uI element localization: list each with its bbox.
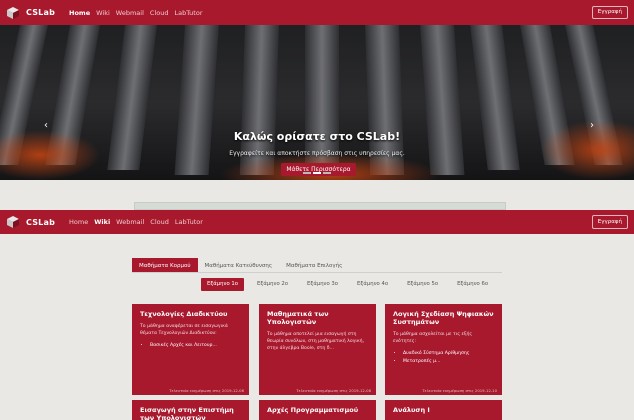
nav-cloud[interactable]: Cloud	[150, 218, 169, 226]
nav-wiki[interactable]: Wiki	[96, 9, 110, 17]
nav-home[interactable]: Home	[69, 218, 88, 226]
tabs-divider	[132, 272, 502, 273]
course-title: Ανάλυση Ι	[393, 406, 430, 414]
course-card[interactable]: Μαθηματικά των Υπολογιστών Το μάθημα απο…	[259, 304, 376, 395]
nav-cloud[interactable]: Cloud	[150, 9, 169, 17]
content-band	[134, 202, 506, 210]
hero-title: Καλώς ορίσατε στο CSLab!	[233, 130, 401, 143]
carousel-indicators	[303, 172, 333, 174]
tab-elective-courses[interactable]: Μαθήματα Επιλογής	[279, 258, 349, 272]
course-topic: Δυαδικό Σύστημα Αρίθμησης	[403, 350, 494, 357]
semester-3[interactable]: Εξάμηνο 3ο	[301, 278, 344, 291]
nav-links: Home Wiki Webmail Cloud LabTutor	[69, 218, 209, 226]
nav-links: Home Wiki Webmail Cloud LabTutor	[69, 9, 208, 17]
nav-webmail[interactable]: Webmail	[116, 218, 144, 226]
course-title: Τεχνολογίες Διαδικτύου	[140, 310, 228, 318]
course-title: Αρχές Προγραμματισμού	[267, 406, 359, 414]
course-description: Το μάθημα ασχολείται με τις εξής ενότητε…	[393, 332, 473, 344]
hero-carousel: ‹ › Καλώς ορίσατε στο CSLab! Εγγραφείτε …	[0, 25, 634, 180]
course-topics: Βασικές Αρχές και Λειτουρ...	[132, 337, 249, 349]
course-title: Εισαγωγή στην Επιστήμη των Υπολογιστών	[140, 406, 234, 420]
nav-labtutor[interactable]: LabTutor	[175, 218, 203, 226]
brand[interactable]: CSLab	[6, 6, 55, 20]
course-title: Μαθηματικά των Υπολογιστών	[267, 310, 329, 326]
signup-button[interactable]: Εγγραφή	[591, 215, 628, 229]
carousel-dot[interactable]	[323, 172, 331, 174]
nav-home[interactable]: Home	[69, 9, 90, 17]
course-description: Το μάθημα αποτελεί μια εισαγωγή στη θεωρ…	[267, 332, 365, 351]
carousel-dot[interactable]	[303, 172, 311, 174]
hero-subtitle: Εγγραφείτε και αποκτήστε πρόσβαση στις υ…	[229, 150, 405, 157]
last-updated: Τελευταία ενημέρωση στις 2019-12-08	[296, 388, 371, 393]
course-card[interactable]: Αρχές Προγραμματισμού	[259, 400, 376, 420]
cube-logo-icon	[7, 216, 19, 228]
course-card[interactable]: Τεχνολογίες Διαδικτύου Το μάθημα αναφέρε…	[132, 304, 249, 395]
top-navbar: CSLab Home Wiki Webmail Cloud LabTutor Ε…	[0, 0, 634, 25]
carousel-dot-active[interactable]	[313, 172, 321, 174]
last-updated: Τελευταία ενημέρωση στις 2019-12-10	[422, 388, 497, 393]
course-card[interactable]: Εισαγωγή στην Επιστήμη των Υπολογιστών	[132, 400, 249, 420]
course-type-tabs: Μαθήματα Κορμού Μαθήματα Κατεύθυνσης Μαθ…	[132, 258, 349, 272]
semester-pills: Εξάμηνο 1ο Εξάμηνο 2ο Εξάμηνο 3ο Εξάμηνο…	[201, 278, 501, 291]
semester-2[interactable]: Εξάμηνο 2ο	[251, 278, 294, 291]
nav-wiki[interactable]: Wiki	[94, 218, 110, 226]
signup-button[interactable]: Εγγραφή	[591, 6, 628, 19]
tab-direction-courses[interactable]: Μαθήματα Κατεύθυνσης	[198, 258, 280, 272]
course-topics: Δυαδικό Σύστημα Αρίθμησης Μετατροπές μ..…	[385, 345, 502, 365]
learn-more-button[interactable]: Μάθετε Περισσότερα	[281, 163, 356, 176]
cube-logo-icon	[7, 6, 19, 19]
course-topic: Μετατροπές μ...	[403, 358, 494, 365]
sticky-navbar: CSLab Home Wiki Webmail Cloud LabTutor Ε…	[0, 210, 634, 234]
brand-name: CSLab	[26, 217, 56, 227]
nav-labtutor[interactable]: LabTutor	[174, 9, 202, 17]
course-card[interactable]: Ανάλυση Ι	[385, 400, 502, 420]
brand-name: CSLab	[26, 8, 56, 17]
course-title: Λογική Σχεδίαση Ψηφιακών Συστημάτων	[393, 310, 494, 326]
semester-4[interactable]: Εξάμηνο 4ο	[351, 278, 394, 291]
semester-5[interactable]: Εξάμηνο 5ο	[401, 278, 444, 291]
course-card[interactable]: Λογική Σχεδίαση Ψηφιακών Συστημάτων Το μ…	[385, 304, 502, 395]
page: CSLab Home Wiki Webmail Cloud LabTutor Ε…	[0, 0, 634, 420]
brand[interactable]: CSLab	[6, 215, 55, 229]
nav-webmail[interactable]: Webmail	[116, 9, 144, 17]
course-topic: Βασικές Αρχές και Λειτουρ...	[150, 342, 241, 349]
tab-core-courses[interactable]: Μαθήματα Κορμού	[132, 258, 198, 272]
course-description: Το μάθημα αναφέρεται σε εισαγωγικά θέματ…	[140, 324, 228, 336]
semester-1[interactable]: Εξάμηνο 1ο	[201, 278, 245, 291]
last-updated: Τελευταία ενημέρωση στις 2019-12-08	[169, 388, 244, 393]
semester-6[interactable]: Εξάμηνο 6ο	[451, 278, 494, 291]
